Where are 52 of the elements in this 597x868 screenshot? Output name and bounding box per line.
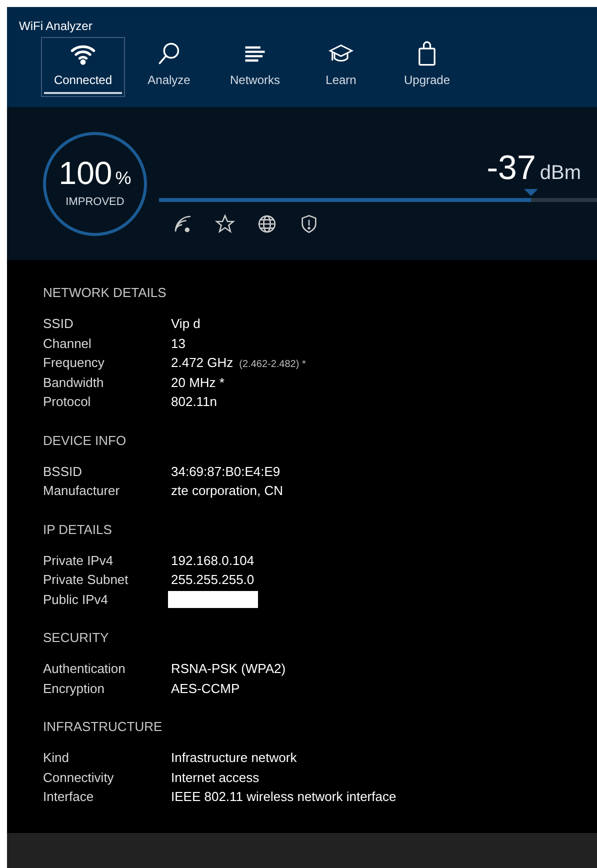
shield-icon[interactable] [299,214,319,234]
section-heading: SECURITY [43,629,110,647]
detail-value: Vip d [171,315,200,333]
detail-label: SSID [43,315,74,333]
signal-unit: dBm [540,161,581,186]
nav-tab[interactable]: Connected [41,37,125,97]
score-caption: IMPROVED [66,194,124,210]
nav-tab[interactable]: Analyze [127,37,211,97]
section-heading: DEVICE INFO [43,432,128,450]
detail-label: Channel [43,334,92,352]
signal-value: -37 [486,151,536,185]
window-title: WiFi Analyzer [18,18,94,35]
detail-value: 802.11n [171,393,218,411]
detail-label: Authentication [43,660,126,678]
detail-label: Interface [43,788,95,806]
detail-label: Manufacturer [43,482,121,500]
detail-value: RSNA-PSK (WPA2) [171,660,286,678]
nav-tab[interactable]: Networks [213,37,297,97]
score-unit: % [115,166,132,190]
detail-label: Public IPv4 [43,590,110,608]
detail-label: Encryption [43,680,106,698]
score-value: 100 [58,156,112,189]
signal-icon[interactable] [173,214,193,234]
section-heading: INFRASTRUCTURE [43,718,164,736]
magnifier-icon [156,40,182,66]
section-heading: IP DETAILS [43,520,113,538]
detail-value: Internet access [171,768,260,786]
detail-value: IEEE 802.11 wireless network interface [171,788,396,806]
detail-label: Bandwidth [43,374,105,392]
nav-tab[interactable]: Learn [299,37,383,97]
detail-label: Frequency [43,354,106,372]
detail-value: 13 [171,334,186,352]
detail-value: 192.168.0.104 [171,552,254,570]
signal-marker-icon [524,189,538,196]
detail-value: 20 MHz * [171,374,224,392]
detail-label: Kind [43,749,70,767]
detail-value: AES-CCMP [171,680,240,698]
detail-value: zte corporation, CN [171,482,283,500]
nav-tab[interactable]: Upgrade [385,37,469,97]
star-icon[interactable] [215,214,235,234]
detail-label: Private IPv4 [43,552,114,570]
globe-icon[interactable] [257,214,277,234]
detail-label: BSSID [43,462,84,480]
section-heading: NETWORK DETAILS [43,284,168,302]
detail-label: Private Subnet [43,571,130,589]
detail-label: Connectivity [43,768,115,787]
detail-label: Protocol [43,393,92,411]
detail-value: Infrastructure network [171,749,297,767]
detail-note: (2.462-2.482) * [239,359,306,371]
detail-value: 2.472 GHz [171,354,234,372]
detail-value: 255.255.255.0 [171,571,254,589]
detail-value: 34:69:87:B0:E4:E9 [171,462,280,480]
